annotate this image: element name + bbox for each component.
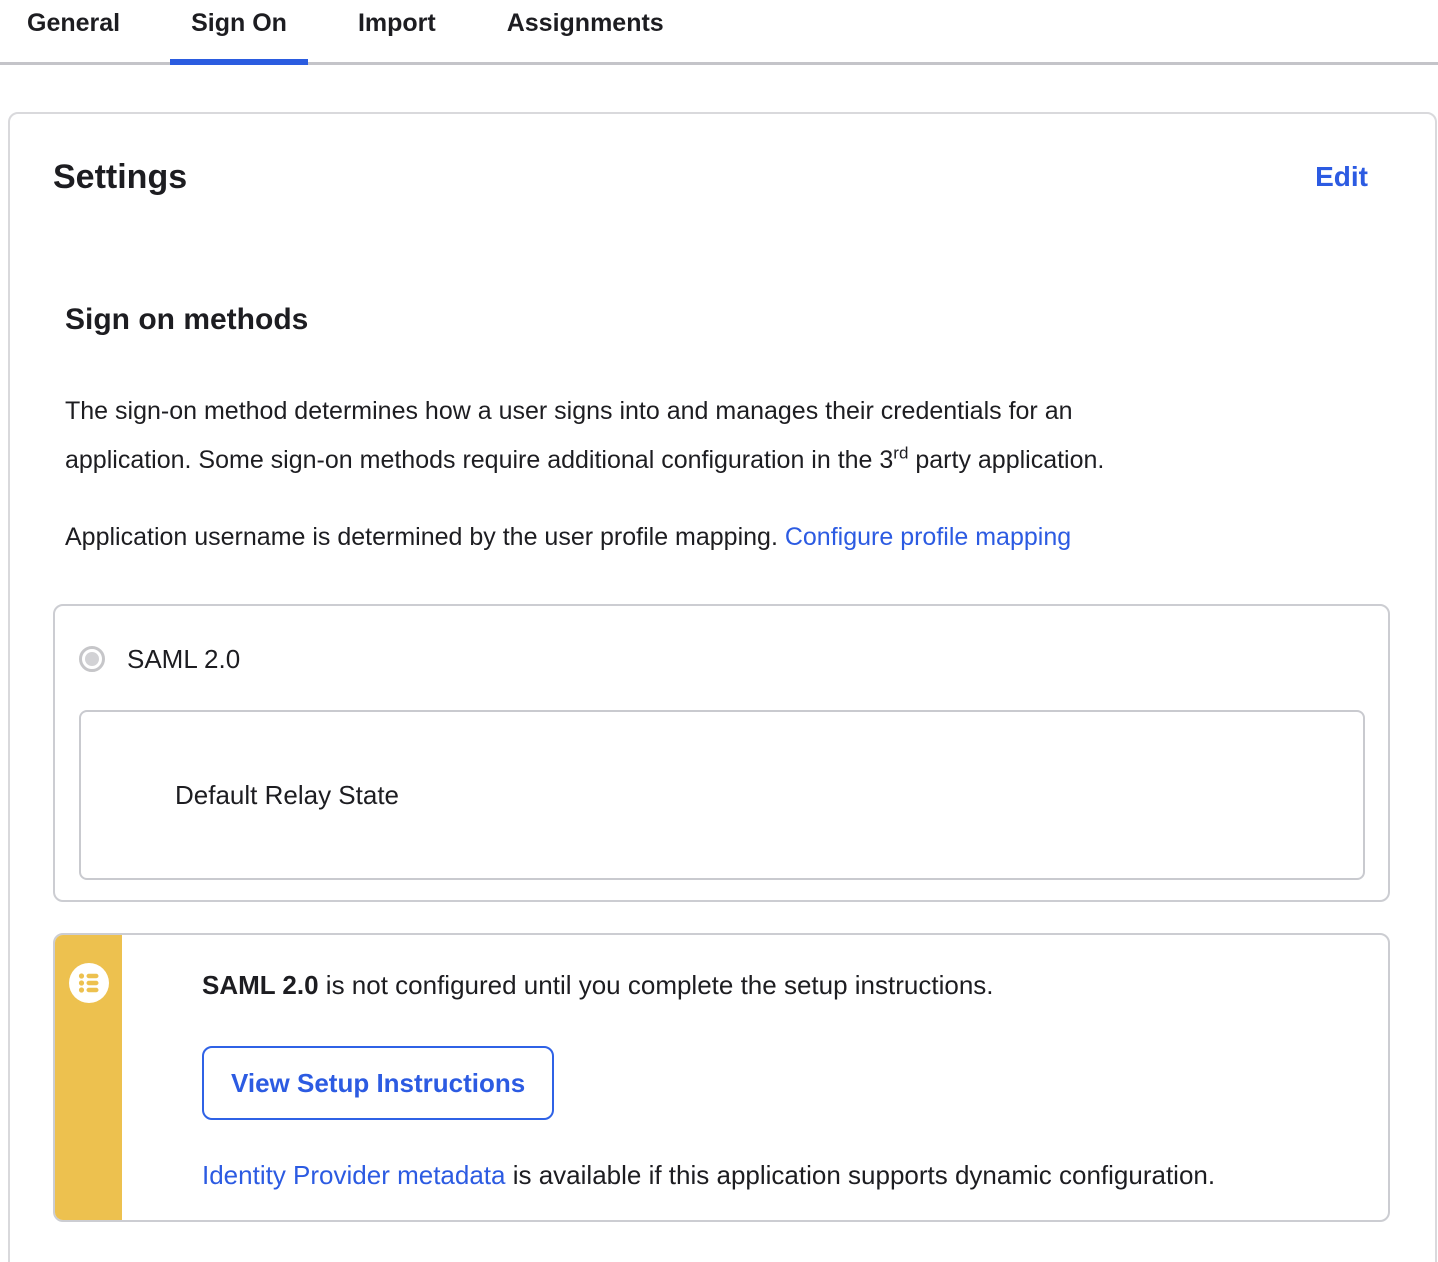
setup-instructions-list-icon	[69, 963, 109, 1003]
callout-message-rest: is not configured until you complete the…	[319, 970, 994, 1000]
username-mapping-text: Application username is determined by th…	[65, 523, 785, 551]
app-tabbar: General Sign On Import Assignments	[0, 0, 1438, 65]
saml-radio-row: SAML 2.0	[79, 644, 1365, 674]
tab-sign-on[interactable]: Sign On	[170, 0, 308, 62]
callout-message: SAML 2.0 is not configured until you com…	[202, 968, 1348, 1002]
saml-radio-button[interactable]	[79, 646, 105, 672]
saml-radio-label: SAML 2.0	[127, 644, 240, 674]
sign-on-description: The sign-on method determines how a user…	[65, 387, 1365, 485]
tab-general[interactable]: General	[6, 0, 141, 62]
metadata-line: Identity Provider metadata is available …	[202, 1158, 1348, 1192]
settings-card-header: Settings Edit	[53, 114, 1392, 198]
callout-content: SAML 2.0 is not configured until you com…	[122, 935, 1388, 1220]
settings-card: Settings Edit Sign on methods The sign-o…	[8, 112, 1437, 1262]
description-line1: The sign-on method determines how a user…	[65, 397, 1073, 425]
saml-not-configured-callout: SAML 2.0 is not configured until you com…	[53, 933, 1390, 1222]
default-relay-state-box: Default Relay State	[79, 710, 1365, 880]
username-mapping-line: Application username is determined by th…	[65, 513, 1365, 562]
configure-profile-mapping-link[interactable]: Configure profile mapping	[785, 523, 1071, 551]
view-setup-instructions-button[interactable]: View Setup Instructions	[202, 1046, 554, 1120]
sign-on-methods-heading: Sign on methods	[65, 301, 1392, 339]
description-line2-end: party application.	[908, 446, 1104, 474]
saml-method-box: SAML 2.0 Default Relay State	[53, 604, 1390, 902]
settings-title: Settings	[53, 156, 187, 198]
tab-assignments[interactable]: Assignments	[486, 0, 685, 62]
callout-yellow-strip	[55, 935, 122, 1220]
identity-provider-metadata-link[interactable]: Identity Provider metadata	[202, 1160, 506, 1190]
description-line2: application. Some sign-on methods requir…	[65, 446, 893, 474]
callout-message-bold: SAML 2.0	[202, 970, 319, 1000]
description-superscript: rd	[893, 444, 908, 463]
metadata-line-text: is available if this application support…	[506, 1160, 1216, 1190]
default-relay-state-label: Default Relay State	[175, 780, 399, 811]
edit-link[interactable]: Edit	[1315, 161, 1368, 193]
tab-import[interactable]: Import	[337, 0, 457, 62]
